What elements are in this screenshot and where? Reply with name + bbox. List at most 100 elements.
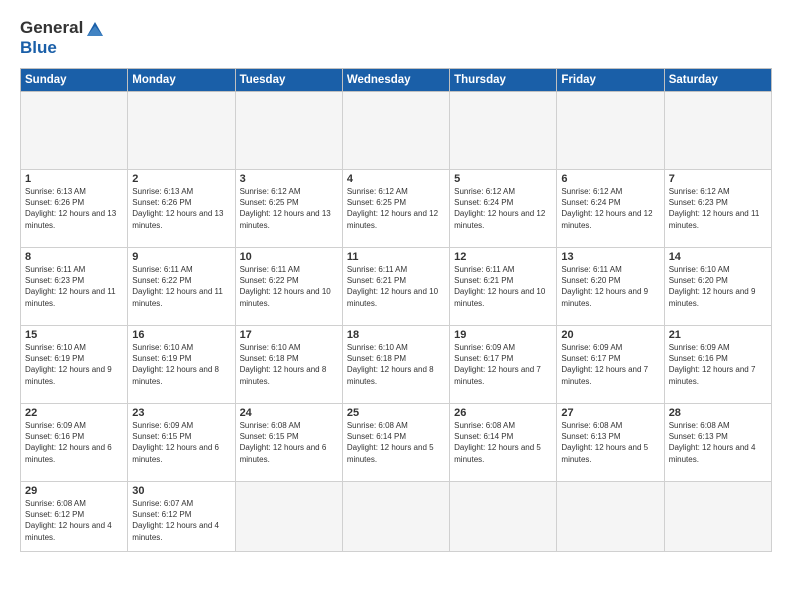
day-number: 9	[132, 251, 230, 263]
day-info: Sunrise: 6:09 AMSunset: 6:16 PMDaylight:…	[25, 420, 123, 465]
day-number: 17	[240, 329, 338, 341]
calendar-cell: 26Sunrise: 6:08 AMSunset: 6:14 PMDayligh…	[450, 404, 557, 482]
day-number: 23	[132, 407, 230, 419]
calendar-cell	[664, 92, 771, 170]
day-number: 20	[561, 329, 659, 341]
day-number: 6	[561, 173, 659, 185]
calendar-cell: 6Sunrise: 6:12 AMSunset: 6:24 PMDaylight…	[557, 170, 664, 248]
calendar-cell: 11Sunrise: 6:11 AMSunset: 6:21 PMDayligh…	[342, 248, 449, 326]
logo-icon	[85, 18, 105, 38]
day-number: 16	[132, 329, 230, 341]
day-number: 24	[240, 407, 338, 419]
day-info: Sunrise: 6:11 AMSunset: 6:23 PMDaylight:…	[25, 264, 123, 309]
page: General Blue Sunday Monday Tuesday Wedne…	[0, 0, 792, 612]
calendar-cell: 9Sunrise: 6:11 AMSunset: 6:22 PMDaylight…	[128, 248, 235, 326]
day-number: 7	[669, 173, 767, 185]
day-info: Sunrise: 6:08 AMSunset: 6:13 PMDaylight:…	[669, 420, 767, 465]
calendar-cell: 24Sunrise: 6:08 AMSunset: 6:15 PMDayligh…	[235, 404, 342, 482]
logo-blue: Blue	[20, 38, 57, 57]
calendar-cell: 25Sunrise: 6:08 AMSunset: 6:14 PMDayligh…	[342, 404, 449, 482]
calendar-cell	[235, 92, 342, 170]
day-info: Sunrise: 6:12 AMSunset: 6:24 PMDaylight:…	[454, 186, 552, 231]
calendar-cell	[557, 482, 664, 552]
day-info: Sunrise: 6:11 AMSunset: 6:22 PMDaylight:…	[132, 264, 230, 309]
calendar-cell: 15Sunrise: 6:10 AMSunset: 6:19 PMDayligh…	[21, 326, 128, 404]
day-number: 13	[561, 251, 659, 263]
col-friday: Friday	[557, 69, 664, 92]
calendar-cell: 10Sunrise: 6:11 AMSunset: 6:22 PMDayligh…	[235, 248, 342, 326]
calendar-cell: 28Sunrise: 6:08 AMSunset: 6:13 PMDayligh…	[664, 404, 771, 482]
calendar-header-row: Sunday Monday Tuesday Wednesday Thursday…	[21, 69, 772, 92]
calendar-cell: 19Sunrise: 6:09 AMSunset: 6:17 PMDayligh…	[450, 326, 557, 404]
day-info: Sunrise: 6:12 AMSunset: 6:23 PMDaylight:…	[669, 186, 767, 231]
day-info: Sunrise: 6:07 AMSunset: 6:12 PMDaylight:…	[132, 498, 230, 543]
day-number: 25	[347, 407, 445, 419]
calendar-cell: 13Sunrise: 6:11 AMSunset: 6:20 PMDayligh…	[557, 248, 664, 326]
day-info: Sunrise: 6:08 AMSunset: 6:12 PMDaylight:…	[25, 498, 123, 543]
day-info: Sunrise: 6:08 AMSunset: 6:13 PMDaylight:…	[561, 420, 659, 465]
day-number: 5	[454, 173, 552, 185]
calendar-cell: 4Sunrise: 6:12 AMSunset: 6:25 PMDaylight…	[342, 170, 449, 248]
calendar-cell: 1Sunrise: 6:13 AMSunset: 6:26 PMDaylight…	[21, 170, 128, 248]
day-number: 14	[669, 251, 767, 263]
day-number: 19	[454, 329, 552, 341]
calendar-cell: 27Sunrise: 6:08 AMSunset: 6:13 PMDayligh…	[557, 404, 664, 482]
col-thursday: Thursday	[450, 69, 557, 92]
day-number: 3	[240, 173, 338, 185]
day-info: Sunrise: 6:11 AMSunset: 6:20 PMDaylight:…	[561, 264, 659, 309]
calendar-cell	[235, 482, 342, 552]
calendar-cell: 18Sunrise: 6:10 AMSunset: 6:18 PMDayligh…	[342, 326, 449, 404]
day-number: 29	[25, 485, 123, 497]
calendar-table: Sunday Monday Tuesday Wednesday Thursday…	[20, 68, 772, 552]
calendar-cell: 16Sunrise: 6:10 AMSunset: 6:19 PMDayligh…	[128, 326, 235, 404]
calendar-cell: 3Sunrise: 6:12 AMSunset: 6:25 PMDaylight…	[235, 170, 342, 248]
day-info: Sunrise: 6:13 AMSunset: 6:26 PMDaylight:…	[25, 186, 123, 231]
col-wednesday: Wednesday	[342, 69, 449, 92]
day-number: 12	[454, 251, 552, 263]
day-info: Sunrise: 6:08 AMSunset: 6:15 PMDaylight:…	[240, 420, 338, 465]
calendar-cell	[128, 92, 235, 170]
calendar-cell	[450, 92, 557, 170]
day-info: Sunrise: 6:09 AMSunset: 6:17 PMDaylight:…	[454, 342, 552, 387]
col-monday: Monday	[128, 69, 235, 92]
calendar-cell: 30Sunrise: 6:07 AMSunset: 6:12 PMDayligh…	[128, 482, 235, 552]
calendar-cell: 8Sunrise: 6:11 AMSunset: 6:23 PMDaylight…	[21, 248, 128, 326]
calendar-cell: 23Sunrise: 6:09 AMSunset: 6:15 PMDayligh…	[128, 404, 235, 482]
calendar-cell: 2Sunrise: 6:13 AMSunset: 6:26 PMDaylight…	[128, 170, 235, 248]
day-number: 28	[669, 407, 767, 419]
day-number: 18	[347, 329, 445, 341]
day-info: Sunrise: 6:10 AMSunset: 6:20 PMDaylight:…	[669, 264, 767, 309]
day-number: 26	[454, 407, 552, 419]
calendar-cell: 21Sunrise: 6:09 AMSunset: 6:16 PMDayligh…	[664, 326, 771, 404]
day-number: 11	[347, 251, 445, 263]
logo-general: General	[20, 18, 83, 38]
calendar-cell: 12Sunrise: 6:11 AMSunset: 6:21 PMDayligh…	[450, 248, 557, 326]
day-info: Sunrise: 6:08 AMSunset: 6:14 PMDaylight:…	[347, 420, 445, 465]
col-sunday: Sunday	[21, 69, 128, 92]
calendar-cell: 20Sunrise: 6:09 AMSunset: 6:17 PMDayligh…	[557, 326, 664, 404]
calendar-cell: 7Sunrise: 6:12 AMSunset: 6:23 PMDaylight…	[664, 170, 771, 248]
calendar-cell	[342, 92, 449, 170]
day-info: Sunrise: 6:10 AMSunset: 6:18 PMDaylight:…	[240, 342, 338, 387]
header: General Blue	[20, 18, 772, 58]
day-info: Sunrise: 6:12 AMSunset: 6:25 PMDaylight:…	[347, 186, 445, 231]
day-info: Sunrise: 6:09 AMSunset: 6:17 PMDaylight:…	[561, 342, 659, 387]
day-info: Sunrise: 6:10 AMSunset: 6:19 PMDaylight:…	[25, 342, 123, 387]
calendar-cell: 14Sunrise: 6:10 AMSunset: 6:20 PMDayligh…	[664, 248, 771, 326]
calendar-cell: 29Sunrise: 6:08 AMSunset: 6:12 PMDayligh…	[21, 482, 128, 552]
day-number: 2	[132, 173, 230, 185]
col-saturday: Saturday	[664, 69, 771, 92]
day-number: 22	[25, 407, 123, 419]
day-info: Sunrise: 6:09 AMSunset: 6:16 PMDaylight:…	[669, 342, 767, 387]
day-number: 15	[25, 329, 123, 341]
day-info: Sunrise: 6:09 AMSunset: 6:15 PMDaylight:…	[132, 420, 230, 465]
day-info: Sunrise: 6:13 AMSunset: 6:26 PMDaylight:…	[132, 186, 230, 231]
col-tuesday: Tuesday	[235, 69, 342, 92]
logo: General Blue	[20, 18, 105, 58]
day-number: 8	[25, 251, 123, 263]
day-info: Sunrise: 6:10 AMSunset: 6:19 PMDaylight:…	[132, 342, 230, 387]
day-info: Sunrise: 6:12 AMSunset: 6:24 PMDaylight:…	[561, 186, 659, 231]
day-info: Sunrise: 6:10 AMSunset: 6:18 PMDaylight:…	[347, 342, 445, 387]
day-info: Sunrise: 6:11 AMSunset: 6:21 PMDaylight:…	[454, 264, 552, 309]
calendar-cell: 22Sunrise: 6:09 AMSunset: 6:16 PMDayligh…	[21, 404, 128, 482]
